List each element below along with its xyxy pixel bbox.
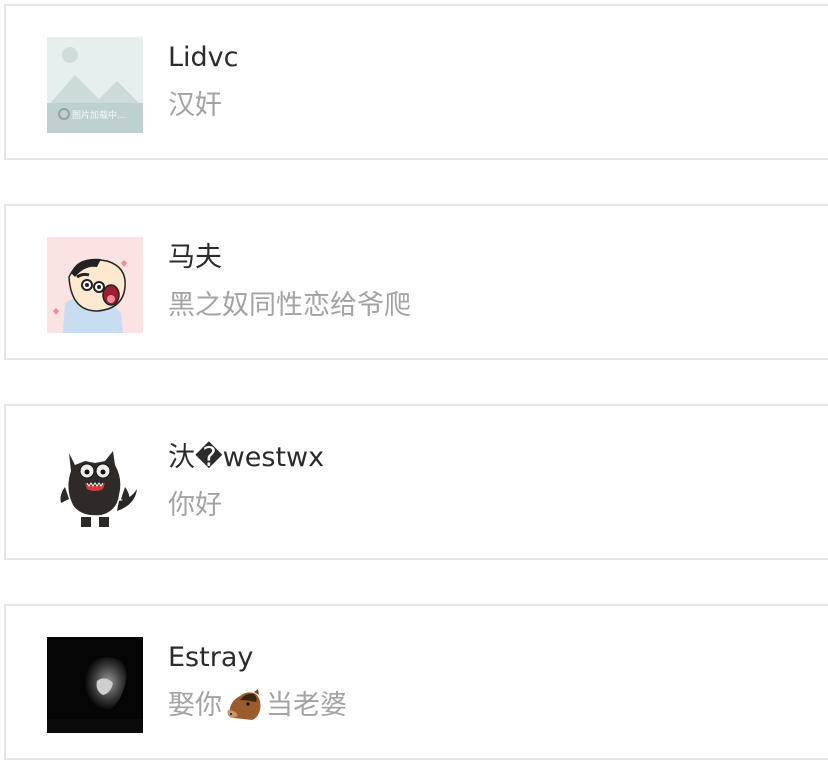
contact-name: 汏�westwx bbox=[168, 442, 325, 473]
conversation-item[interactable]: 图片加载中... Lidvc 汉奸 bbox=[4, 4, 828, 160]
conversation-list: 图片加载中... Lidvc 汉奸 马夫 黑之奴同性恋给爷爬 汏�westwx … bbox=[0, 0, 828, 782]
message-text-after: 当老婆 bbox=[266, 690, 347, 721]
message-text-before: 娶你 bbox=[168, 690, 222, 721]
last-message: 黑之奴同性恋给爷爬 bbox=[168, 290, 411, 321]
horse-face-emoji-icon bbox=[224, 688, 264, 724]
contact-name: Lidvc bbox=[168, 42, 239, 73]
contact-name: 马夫 bbox=[168, 242, 222, 273]
contact-name: Estray bbox=[168, 642, 254, 673]
dark-photo-avatar-icon bbox=[47, 637, 143, 733]
last-message: 汉奸 bbox=[168, 90, 222, 121]
conversation-item[interactable]: 汏�westwx 你好 bbox=[4, 404, 828, 560]
cartoon-boy-avatar-icon bbox=[47, 237, 143, 333]
last-message: 你好 bbox=[168, 490, 222, 521]
conversation-item[interactable]: Estray 娶你 当老婆 bbox=[4, 604, 828, 760]
black-monster-avatar-icon bbox=[47, 437, 143, 533]
conversation-item[interactable]: 马夫 黑之奴同性恋给爷爬 bbox=[4, 204, 828, 360]
last-message: 娶你 当老婆 bbox=[168, 688, 347, 724]
image-loading-placeholder-icon: 图片加载中... bbox=[47, 37, 143, 133]
svg-text:图片加载中...: 图片加载中... bbox=[72, 109, 126, 121]
